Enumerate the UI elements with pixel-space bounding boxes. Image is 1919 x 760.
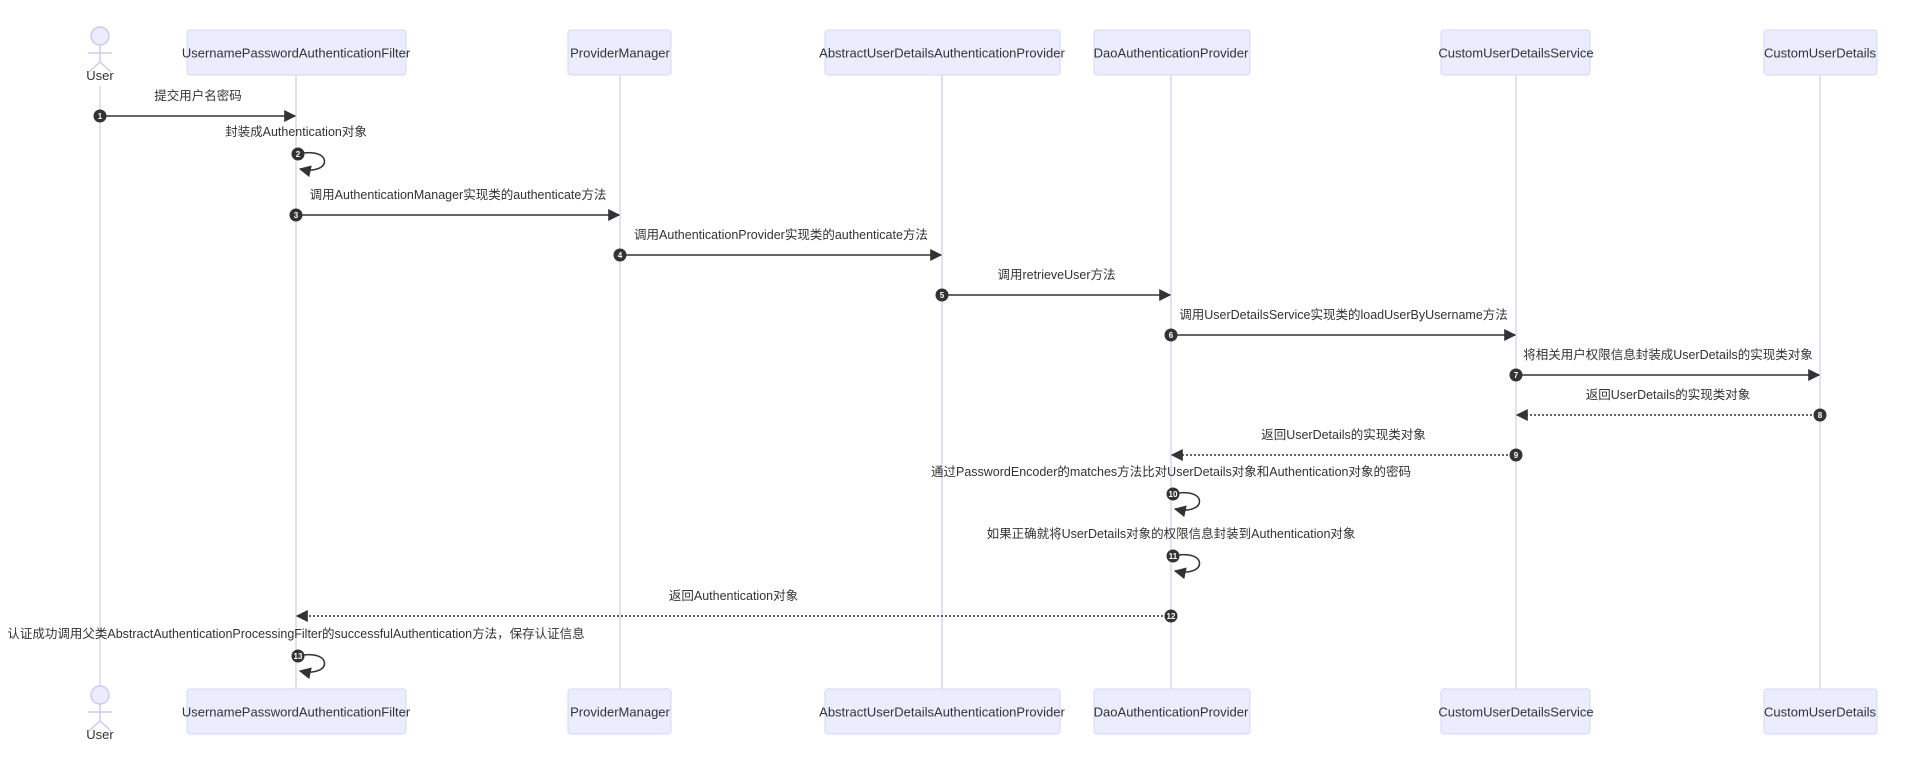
- participant-label: DaoAuthenticationProvider: [1094, 46, 1249, 61]
- participant-label: User: [86, 727, 114, 742]
- message-label: 调用AuthenticationProvider实现类的authenticate…: [634, 227, 928, 242]
- sequence-number: 11: [1169, 552, 1178, 561]
- sequence-number: 10: [1169, 490, 1178, 499]
- message-label: 如果正确就将UserDetails对象的权限信息封装到Authenticatio…: [987, 526, 1356, 541]
- participant-upaf-top: UsernamePasswordAuthenticationFilter: [182, 29, 411, 76]
- sequence-number: 7: [1514, 371, 1519, 380]
- sequence-number: 2: [296, 150, 301, 159]
- participant-label: UsernamePasswordAuthenticationFilter: [182, 46, 411, 61]
- participant-dap-top: DaoAuthenticationProvider: [1093, 29, 1251, 76]
- participant-label: ProviderManager: [570, 46, 670, 61]
- participant-label: ProviderManager: [570, 705, 670, 720]
- message-9: 返回UserDetails的实现类对象 9: [1170, 427, 1523, 462]
- sequence-number: 9: [1514, 451, 1519, 460]
- sequence-number: 5: [940, 291, 945, 300]
- participant-cuds-top: CustomUserDetailsService: [1438, 29, 1594, 76]
- message-label: 通过PasswordEncoder的matches方法比对UserDetails…: [931, 464, 1411, 479]
- actor-head-icon: [90, 26, 110, 46]
- message-12: 返回Authentication对象 12: [295, 589, 1178, 623]
- participant-label: CustomUserDetails: [1764, 46, 1876, 61]
- sequence-number: 3: [294, 211, 299, 220]
- participant-label: DaoAuthenticationProvider: [1094, 705, 1249, 720]
- actor-user-top: User: [86, 26, 114, 83]
- message-8: 返回UserDetails的实现类对象 8: [1515, 387, 1827, 422]
- message-1: 提交用户名密码 1: [93, 88, 297, 123]
- participant-label: CustomUserDetailsService: [1438, 46, 1593, 61]
- participant-label: CustomUserDetailsService: [1438, 705, 1593, 720]
- message-4: 调用AuthenticationProvider实现类的authenticate…: [613, 227, 943, 262]
- participant-label: AbstractUserDetailsAuthenticationProvide…: [819, 46, 1065, 61]
- participant-label: UsernamePasswordAuthenticationFilter: [182, 705, 411, 720]
- sequence-number: 1: [98, 112, 103, 121]
- sequence-number: 8: [1818, 411, 1823, 420]
- sequence-number: 12: [1167, 612, 1176, 621]
- participant-label: AbstractUserDetailsAuthenticationProvide…: [819, 705, 1065, 720]
- sequence-number: 4: [618, 251, 623, 260]
- participant-pm-bottom: ProviderManager: [567, 688, 672, 735]
- message-label: 认证成功调用父类AbstractAuthenticationProcessing…: [7, 626, 584, 641]
- participant-dap-bottom: DaoAuthenticationProvider: [1093, 688, 1251, 735]
- participant-cuds-bottom: CustomUserDetailsService: [1438, 688, 1594, 735]
- message-label: 提交用户名密码: [154, 88, 242, 103]
- participant-audap-top: AbstractUserDetailsAuthenticationProvide…: [819, 29, 1066, 76]
- message-5: 调用retrieveUser方法 5: [935, 267, 1172, 302]
- message-label: 返回UserDetails的实现类对象: [1586, 387, 1751, 402]
- participant-pm-top: ProviderManager: [567, 29, 672, 76]
- message-7: 将相关用户权限信息封装成UserDetails的实现类对象 7: [1509, 347, 1821, 382]
- participant-cud-bottom: CustomUserDetails: [1763, 688, 1878, 735]
- message-label: 返回UserDetails的实现类对象: [1261, 427, 1426, 442]
- sequence-number: 13: [294, 652, 303, 661]
- message-label: 返回Authentication对象: [669, 589, 798, 603]
- actor-user-bottom: User: [86, 685, 114, 742]
- message-3: 调用AuthenticationManager实现类的authenticate方…: [289, 187, 621, 222]
- message-label: 将相关用户权限信息封装成UserDetails的实现类对象: [1523, 347, 1813, 362]
- sequence-diagram: User User UsernamePasswordAuthenticationFi…: [7, 26, 1878, 742]
- message-label: 调用UserDetailsService实现类的loadUserByUserna…: [1179, 307, 1508, 322]
- participant-upaf-bottom: UsernamePasswordAuthenticationFilter: [182, 688, 411, 735]
- sequence-number: 6: [1169, 331, 1174, 340]
- participant-cud-top: CustomUserDetails: [1763, 29, 1878, 76]
- actor-head-icon: [90, 685, 110, 705]
- participant-audap-bottom: AbstractUserDetailsAuthenticationProvide…: [819, 688, 1066, 735]
- message-label: 调用retrieveUser方法: [997, 267, 1115, 282]
- message-label: 调用AuthenticationManager实现类的authenticate方…: [310, 187, 607, 202]
- participant-label: User: [86, 68, 114, 83]
- message-6: 调用UserDetailsService实现类的loadUserByUserna…: [1164, 307, 1517, 342]
- participant-label: CustomUserDetails: [1764, 705, 1876, 720]
- message-label: 封装成Authentication对象: [225, 125, 367, 139]
